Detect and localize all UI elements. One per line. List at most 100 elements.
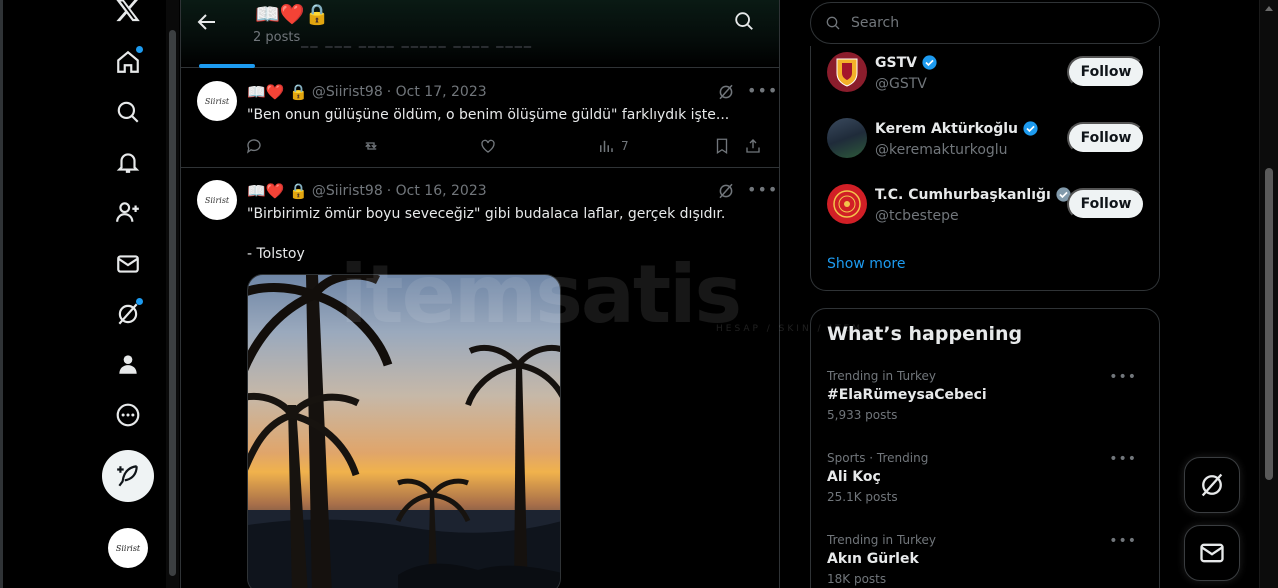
trend-item[interactable]: Sports · Trending Ali Koç 25.1K posts ••… (827, 451, 1145, 523)
verified-badge-icon (1023, 121, 1038, 136)
grok-icon[interactable] (104, 290, 152, 338)
whats-happening-panel: What’s happening Trending in Turkey #Ela… (810, 308, 1160, 588)
follow-suggestion[interactable]: Kerem Aktürkoğlu @keremakturkoglu Follow (827, 114, 1145, 162)
views-count: 7 (621, 139, 629, 153)
notifications-bell-icon[interactable] (104, 138, 152, 186)
trend-more-icon[interactable]: ••• (1109, 451, 1137, 467)
feather-plus-icon (117, 465, 138, 487)
trend-context: Sports · Trending (827, 451, 929, 465)
tweet-avatar[interactable]: Siirist (197, 180, 237, 220)
trend-more-icon[interactable]: ••• (1109, 369, 1137, 385)
account-avatar[interactable]: Siirist (108, 528, 148, 568)
trend-item[interactable]: Trending in Turkey #ElaRümeysaCebeci 5,9… (827, 369, 1145, 441)
main-column: 📖❤️🔒 2 posts ━━ ━━━ ━━━━ ━━━━━ ━━━━ ━━━━… (180, 0, 780, 588)
tweet-actions: 7 (245, 137, 765, 157)
analytics-bars-icon (600, 140, 613, 152)
grok-icon (1201, 473, 1223, 497)
search-icon (826, 16, 840, 30)
tweet-avatar[interactable]: Siirist (197, 81, 237, 121)
left-nav: Siirist (0, 0, 166, 588)
follow-button[interactable]: Follow (1067, 56, 1145, 88)
tweet-header: 📖❤️ 🔒 @Siirist98 · Oct 17, 2023 (247, 83, 487, 101)
grok-explain-icon[interactable] (717, 83, 735, 101)
tweet-date[interactable]: · Oct 16, 2023 (387, 183, 487, 199)
grok-floating-button[interactable] (1184, 457, 1240, 513)
tweet-header: 📖❤️ 🔒 @Siirist98 · Oct 16, 2023 (247, 182, 487, 200)
trend-post-count: 5,933 posts (827, 408, 898, 422)
follow-people-icon[interactable] (104, 188, 152, 236)
x-logo-icon[interactable] (104, 0, 152, 34)
trend-topic[interactable]: Ali Koç (827, 469, 1145, 485)
tweet[interactable]: Siirist 📖❤️ 🔒 @Siirist98 · Oct 17, 2023 … (181, 69, 779, 168)
messages-envelope-icon[interactable] (104, 240, 152, 288)
grok-explain-icon[interactable] (717, 182, 735, 200)
trend-context: Trending in Turkey (827, 369, 937, 383)
profile-person-icon[interactable] (104, 340, 152, 388)
profile-header: 📖❤️🔒 2 posts ━━ ━━━ ━━━━ ━━━━━ ━━━━ ━━━━ (181, 0, 779, 68)
views-analytics-button[interactable]: 7 (597, 137, 629, 155)
follow-button[interactable]: Follow (1067, 188, 1145, 220)
follow-button[interactable]: Follow (1067, 122, 1145, 154)
palm-silhouette-image (248, 275, 560, 588)
suggestion-handle[interactable]: @tcbestepe (875, 208, 959, 224)
search-bar[interactable] (810, 2, 1160, 44)
grok-notification-dot (136, 298, 143, 305)
trend-context: Trending in Turkey (827, 533, 937, 547)
compose-post-button[interactable] (102, 450, 154, 502)
more-options-circle-icon[interactable] (104, 391, 152, 439)
scroll-up-arrow-icon[interactable] (1265, 6, 1273, 11)
suggestion-handle[interactable]: @GSTV (875, 76, 927, 92)
tweet-author-name[interactable]: 📖❤️ 🔒 (247, 83, 308, 101)
whats-happening-title: What’s happening (827, 323, 1023, 345)
trend-topic[interactable]: Akın Gürlek (827, 551, 1145, 567)
messages-floating-button[interactable] (1184, 525, 1240, 581)
trend-item[interactable]: Trending in Turkey Akın Gürlek 18K posts… (827, 533, 1145, 588)
tweet-handle[interactable]: @Siirist98 (312, 84, 383, 100)
cumhurbaskanligi-seal-avatar[interactable] (827, 184, 867, 224)
back-arrow-icon[interactable] (195, 10, 219, 34)
explore-search-icon[interactable] (104, 88, 152, 136)
trend-post-count: 18K posts (827, 572, 887, 586)
suggestion-handle[interactable]: @keremakturkoglu (875, 142, 1008, 158)
search-input[interactable] (851, 15, 1131, 31)
follow-suggestion[interactable]: T.C. Cumhurbaşkanlığı @tcbestepe Follow (827, 180, 1145, 228)
trend-topic[interactable]: #ElaRümeysaCebeci (827, 387, 1145, 403)
follow-suggestion[interactable]: GSTV @GSTV Follow (827, 48, 1145, 96)
home-notification-dot (136, 46, 143, 53)
profile-search-icon[interactable] (733, 10, 757, 34)
tweet-handle[interactable]: @Siirist98 (312, 183, 383, 199)
gstv-avatar[interactable] (827, 52, 867, 92)
verified-badge-icon (922, 55, 937, 70)
suggestion-name[interactable]: T.C. Cumhurbaşkanlığı (875, 186, 1072, 203)
nav-scrollbar[interactable] (166, 0, 179, 588)
suggestion-name[interactable]: Kerem Aktürkoğlu (875, 120, 1039, 137)
posts-count: 2 posts (253, 30, 301, 45)
show-more-link[interactable]: Show more (827, 256, 906, 272)
kerem-avatar[interactable] (827, 118, 867, 158)
tweet-author-name[interactable]: 📖❤️ 🔒 (247, 182, 308, 200)
repost-icon[interactable] (361, 137, 381, 155)
tweet-date[interactable]: · Oct 17, 2023 (387, 84, 487, 100)
tweet[interactable]: Siirist 📖❤️ 🔒 @Siirist98 · Oct 16, 2023 … (181, 168, 779, 588)
trend-post-count: 25.1K posts (827, 490, 898, 504)
suggestion-name[interactable]: GSTV (875, 54, 938, 71)
profile-title: 📖❤️🔒 (255, 2, 330, 26)
reply-icon[interactable] (245, 137, 263, 155)
share-upload-icon[interactable] (744, 137, 762, 155)
trend-more-icon[interactable]: ••• (1109, 533, 1137, 549)
active-tab-indicator (199, 64, 255, 68)
tweet-more-icon[interactable]: ••• (747, 180, 778, 199)
tweet-photo-palm-sunset[interactable] (247, 274, 561, 588)
page-scrollbar[interactable] (1259, 0, 1278, 588)
tweet-text: "Ben onun gülüşüne öldüm, o benim ölüşüm… (247, 107, 730, 123)
who-to-follow-panel: GSTV @GSTV Follow Kerem Aktürkoğlu @kere… (810, 46, 1160, 291)
tweet-text: "Birbirimiz ömür boyu seveceğiz" gibi bu… (247, 206, 726, 262)
like-heart-icon[interactable] (479, 137, 497, 155)
bookmark-icon[interactable] (713, 137, 731, 155)
faded-tabs-row: ━━ ━━━ ━━━━ ━━━━━ ━━━━ ━━━━ (301, 40, 534, 54)
tweet-more-icon[interactable]: ••• (747, 81, 778, 100)
page-scrollbar-thumb[interactable] (1265, 168, 1273, 480)
home-icon[interactable] (104, 38, 152, 86)
nav-scrollbar-thumb[interactable] (169, 30, 176, 576)
envelope-icon (1200, 543, 1224, 563)
